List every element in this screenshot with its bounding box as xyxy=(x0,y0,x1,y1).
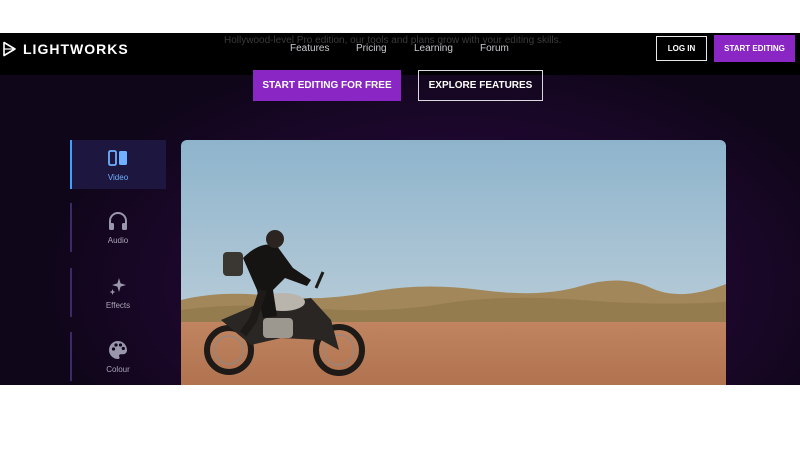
ghost-tagline: Hollywood-level Pro edition, our tools a… xyxy=(224,35,562,46)
logo-play-icon xyxy=(3,41,16,57)
nav-link-forum[interactable]: Forum xyxy=(480,43,509,54)
start-editing-button[interactable]: START EDITING xyxy=(714,35,795,62)
nav-link-features[interactable]: Features xyxy=(290,43,329,54)
palette-icon xyxy=(109,341,127,359)
nav-link-learning[interactable]: Learning xyxy=(414,43,453,54)
sparkles-icon xyxy=(109,278,126,295)
page-top-whitespace xyxy=(0,0,800,33)
site-viewport: Hollywood-level Pro edition, our tools a… xyxy=(0,33,800,385)
tab-indicator xyxy=(70,268,72,317)
video-preview-scene xyxy=(181,140,726,385)
tab-label: Audio xyxy=(107,236,129,245)
nav-link-pricing[interactable]: Pricing xyxy=(356,43,387,54)
video-preview[interactable] xyxy=(181,140,726,385)
tab-label: Colour xyxy=(106,365,130,374)
tab-colour[interactable]: Colour xyxy=(70,332,166,381)
brand-name: LIGHTWORKS xyxy=(23,41,129,57)
tab-indicator xyxy=(70,332,72,381)
start-editing-free-button[interactable]: START EDITING FOR FREE xyxy=(253,70,401,101)
tab-video[interactable]: Video xyxy=(70,140,166,189)
tab-indicator xyxy=(70,140,72,189)
tab-audio[interactable]: Audio xyxy=(70,203,166,252)
navbar: Hollywood-level Pro edition, our tools a… xyxy=(0,33,800,75)
explore-features-button[interactable]: EXPLORE FEATURES xyxy=(418,70,543,101)
tab-label: Effects xyxy=(105,301,131,310)
tab-label: Video xyxy=(107,173,129,182)
tab-effects[interactable]: Effects xyxy=(70,268,166,317)
video-icon xyxy=(108,150,127,166)
tab-indicator xyxy=(70,203,72,252)
page-bottom-whitespace xyxy=(0,385,800,450)
login-button[interactable]: LOG IN xyxy=(656,36,707,61)
brand-logo[interactable]: LIGHTWORKS xyxy=(1,41,129,57)
headphones-icon xyxy=(109,212,127,230)
